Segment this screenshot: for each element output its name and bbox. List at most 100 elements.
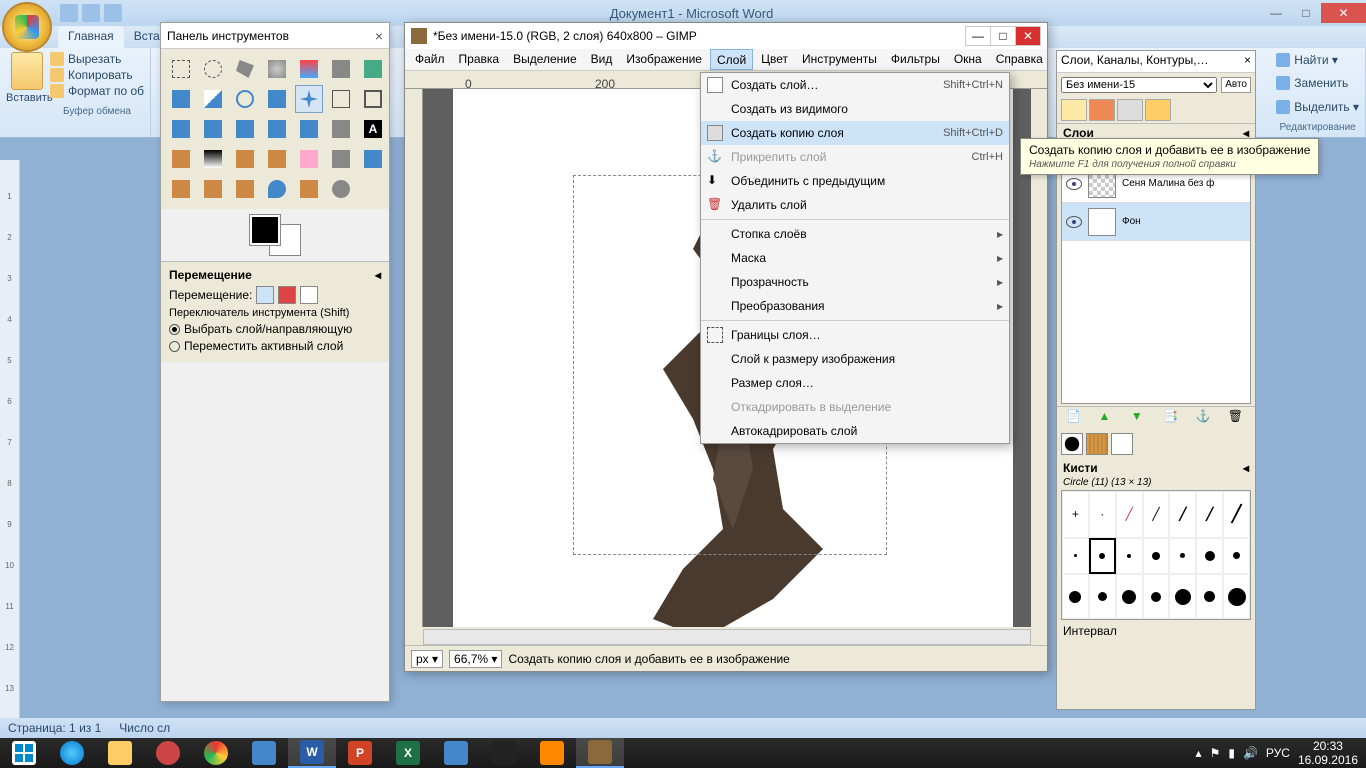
brush-item[interactable]: ╱ [1116,491,1143,538]
menu-help[interactable]: Справка [990,49,1049,70]
rect-select-tool[interactable] [167,55,195,83]
eraser-tool[interactable] [295,145,323,173]
menu-delete-layer[interactable]: 🗑Удалить слой [701,193,1009,217]
options-menu-icon[interactable]: ◂ [375,268,381,282]
brush-item[interactable] [1223,538,1250,575]
brush-item[interactable] [1062,574,1089,619]
menu-tools[interactable]: Инструменты [796,49,883,70]
tab-undo-icon[interactable] [1145,99,1171,121]
blend-tool[interactable] [199,145,227,173]
swatch-wood[interactable] [1086,433,1108,455]
auto-button[interactable]: Авто [1221,77,1251,93]
fuzzy-select-tool[interactable] [263,55,291,83]
brush-item[interactable]: ╱ [1196,491,1223,538]
menu-transparency[interactable]: Прозрачность▸ [701,270,1009,294]
brush-item[interactable] [1143,574,1170,619]
menu-new-from-visible[interactable]: Создать из видимого [701,97,1009,121]
maximize-button[interactable]: □ [1291,3,1321,23]
brush-item[interactable] [1169,574,1196,619]
perspective-clone-tool[interactable] [231,175,259,203]
scrollbar-horizontal[interactable] [423,629,1031,645]
color-picker-tool[interactable] [199,85,227,113]
menu-select[interactable]: Выделение [507,49,583,70]
swatch-black[interactable] [1061,433,1083,455]
menu-view[interactable]: Вид [585,49,619,70]
menu-file[interactable]: Файл [409,49,451,70]
layer-row[interactable]: Фон [1062,203,1250,241]
format-painter-button[interactable]: Формат по об [50,84,144,98]
color-select-tool[interactable] [295,55,323,83]
scissors-tool[interactable] [327,55,355,83]
taskbar-app1[interactable] [144,738,192,768]
menu-image[interactable]: Изображение [620,49,708,70]
menu-mask[interactable]: Маска▸ [701,246,1009,270]
clone-tool[interactable] [167,175,195,203]
tray-up-icon[interactable]: ▴ [1196,746,1202,760]
minimize-button[interactable]: — [1261,3,1291,23]
tray-network-icon[interactable]: ▮ [1228,746,1235,760]
rotate-tool[interactable] [167,115,195,143]
swatch-white[interactable] [1111,433,1133,455]
perspective-tool[interactable] [263,115,291,143]
paste-button[interactable]: Вставить [6,52,48,133]
gimp-titlebar[interactable]: *Без имени-15.0 (RGB, 2 слоя) 640x800 – … [405,23,1047,49]
menu-new-layer[interactable]: Создать слой…Shift+Ctrl+N [701,73,1009,97]
move-selection-icon[interactable] [278,286,296,304]
shear-tool[interactable] [231,115,259,143]
lang-indicator[interactable]: РУС [1266,746,1290,760]
crop-tool[interactable] [359,85,387,113]
close-icon[interactable]: × [1244,53,1251,70]
menu-windows[interactable]: Окна [948,49,988,70]
replace-button[interactable]: Заменить [1276,75,1359,91]
blur-tool[interactable] [263,175,291,203]
move-layer-icon[interactable] [256,286,274,304]
ellipse-select-tool[interactable] [199,55,227,83]
menu-filters[interactable]: Фильтры [885,49,946,70]
duplicate-layer-button[interactable]: 📑 [1163,409,1181,427]
taskbar-gimp[interactable] [576,738,624,768]
move-path-icon[interactable] [300,286,318,304]
bucket-fill-tool[interactable] [167,145,195,173]
brush-item[interactable]: ╱ [1169,491,1196,538]
close-button[interactable]: ✕ [1015,26,1041,46]
taskbar-chrome[interactable] [192,738,240,768]
brush-item[interactable] [1196,574,1223,619]
menu-layer-size[interactable]: Размер слоя… [701,371,1009,395]
tab-paths-icon[interactable] [1117,99,1143,121]
menu-layer[interactable]: Слой [710,49,753,70]
paintbrush-tool[interactable] [263,145,291,173]
free-select-tool[interactable] [231,55,259,83]
text-tool[interactable]: A [359,115,387,143]
new-layer-button[interactable]: 📄 [1066,409,1084,427]
pencil-tool[interactable] [231,145,259,173]
radio-pick-layer[interactable]: Выбрать слой/направляющую [169,322,381,336]
copy-button[interactable]: Копировать [50,68,144,82]
clock[interactable]: 20:33 16.09.2016 [1298,739,1358,768]
menu-layer-boundary[interactable]: Границы слоя… [701,323,1009,347]
airbrush-tool[interactable] [327,145,355,173]
anchor-layer-button[interactable]: ⚓ [1195,409,1213,427]
heal-tool[interactable] [199,175,227,203]
brush-item[interactable]: ╱ [1223,491,1250,538]
zoom-tool[interactable] [231,85,259,113]
taskbar-word[interactable]: W [288,738,336,768]
undo-icon[interactable] [82,4,100,22]
close-button[interactable]: ✕ [1321,3,1366,23]
layers-titlebar[interactable]: Слои, Каналы, Контуры,…× [1057,51,1255,73]
maximize-button[interactable]: □ [990,26,1016,46]
tray-flag-icon[interactable]: ⚑ [1210,746,1221,760]
foreground-select-tool[interactable] [359,55,387,83]
office-button[interactable] [2,2,52,52]
visibility-icon[interactable] [1066,216,1082,228]
menu-duplicate-layer[interactable]: Создать копию слояShift+Ctrl+D [701,121,1009,145]
start-button[interactable] [0,738,48,768]
menu-autocrop[interactable]: Автокадрировать слой [701,419,1009,443]
menu-stack[interactable]: Стопка слоёв▸ [701,222,1009,246]
taskbar-app2[interactable] [240,738,288,768]
tray-volume-icon[interactable]: 🔊 [1243,746,1258,760]
redo-icon[interactable] [104,4,122,22]
tab-channels-icon[interactable] [1089,99,1115,121]
delete-layer-button[interactable]: 🗑 [1228,409,1246,427]
menu-layer-to-image[interactable]: Слой к размеру изображения [701,347,1009,371]
toolbox-titlebar[interactable]: Панель инструментов × [161,23,389,49]
